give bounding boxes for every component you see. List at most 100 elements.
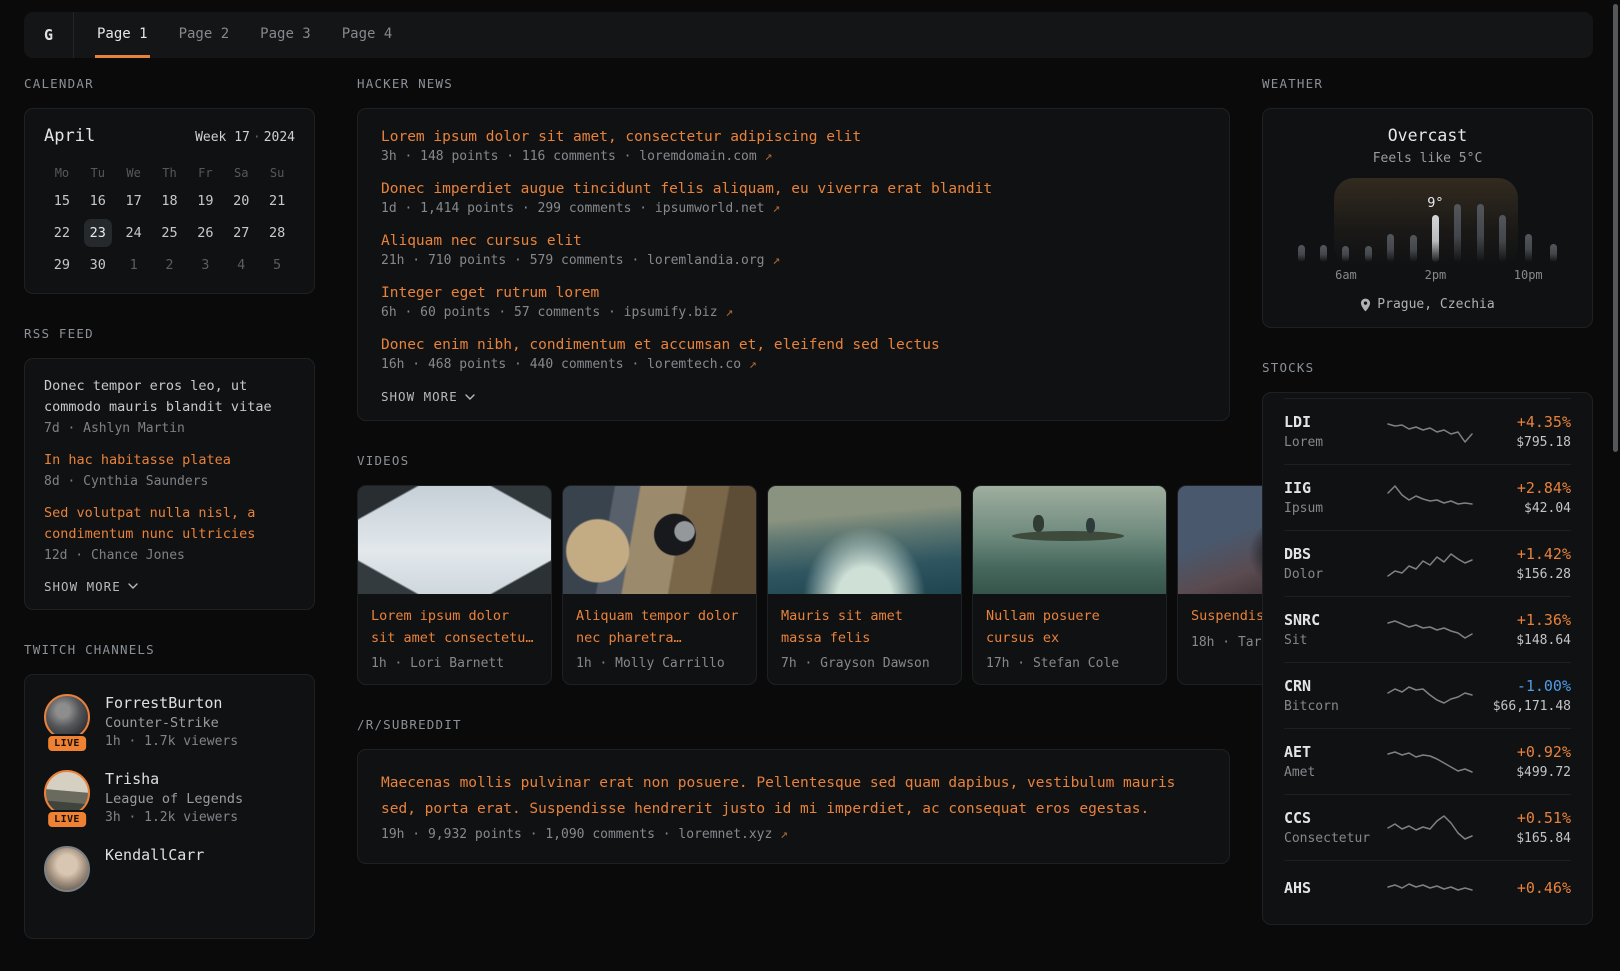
stock-name: Bitcorn bbox=[1284, 699, 1376, 714]
twitch-avatar-wrap bbox=[44, 846, 90, 898]
video-meta: 17h · Stefan Cole bbox=[986, 656, 1153, 671]
hackernews-item-title[interactable]: Lorem ipsum dolor sit amet, consectetur … bbox=[381, 129, 1206, 145]
hackernews-section-title: HACKER NEWS bbox=[357, 76, 1230, 91]
external-link-icon[interactable]: ↗ bbox=[749, 357, 757, 372]
video-title[interactable]: Lorem ipsum dolor sit amet consectetu… bbox=[371, 606, 538, 649]
video-thumbnail[interactable] bbox=[1178, 486, 1262, 594]
stock-price: $165.84 bbox=[1484, 831, 1571, 846]
stock-symbol[interactable]: LDI bbox=[1284, 413, 1376, 431]
weather-feels-like: Feels like 5°C bbox=[1282, 151, 1573, 166]
external-link-icon[interactable]: ↗ bbox=[765, 149, 773, 164]
page-tab[interactable]: Page 2 bbox=[177, 12, 232, 58]
stock-symbol[interactable]: IIG bbox=[1284, 479, 1376, 497]
twitch-channel-info: Trisha League of Legends 3h · 1.2k viewe… bbox=[105, 770, 243, 825]
twitch-channel-row[interactable]: LIVE ForrestBurton Counter-Strike 1h · 1… bbox=[44, 694, 295, 749]
stock-symbol[interactable]: CCS bbox=[1284, 809, 1376, 827]
dashboard-page: G Page 1Page 2Page 3Page 4 CALENDAR Apri… bbox=[0, 0, 1620, 900]
stock-symbol[interactable]: SNRC bbox=[1284, 611, 1376, 629]
stock-sparkline bbox=[1386, 549, 1474, 579]
twitch-widget: LIVE ForrestBurton Counter-Strike 1h · 1… bbox=[24, 674, 315, 939]
video-title[interactable]: Aliquam tempor dolor nec pharetra… bbox=[576, 606, 743, 649]
video-card[interactable]: Mauris sit amet massa felis 7h · Grayson… bbox=[767, 485, 962, 685]
calendar-day-number: 19 bbox=[197, 193, 213, 209]
video-thumbnail[interactable] bbox=[973, 486, 1166, 594]
stock-symbol[interactable]: CRN bbox=[1284, 677, 1376, 695]
hackernews-item-title[interactable]: Donec imperdiet augue tincidunt felis al… bbox=[381, 181, 1206, 197]
page-tab[interactable]: Page 4 bbox=[340, 12, 395, 58]
calendar-day-number: 25 bbox=[161, 225, 177, 241]
rss-section: RSS FEED Donec tempor eros leo, ut commo… bbox=[24, 326, 315, 610]
subreddit-post-title[interactable]: Maecenas mollis pulvinar erat non posuer… bbox=[381, 771, 1206, 822]
subreddit-section: /R/SUBREDDIT Maecenas mollis pulvinar er… bbox=[357, 717, 1230, 864]
video-card[interactable]: Nullam posuere cursus ex 17h · Stefan Co… bbox=[972, 485, 1167, 685]
twitch-channel-info: KendallCarr bbox=[105, 846, 204, 898]
video-thumbnail[interactable] bbox=[563, 486, 756, 594]
external-link-icon[interactable]: ↗ bbox=[772, 201, 780, 216]
weather-widget: Overcast Feels like 5°C bbox=[1262, 108, 1593, 328]
calendar-day: 2 bbox=[152, 250, 188, 280]
video-card[interactable]: Lorem ipsum dolor sit amet consectetu… 1… bbox=[357, 485, 552, 685]
twitch-channel-name[interactable]: Trisha bbox=[105, 770, 243, 788]
page-tabs: Page 1 Page 2 Page 3 Page 4 bbox=[74, 12, 394, 58]
rss-item-title[interactable]: Sed volutpat nulla nisl, a condimentum n… bbox=[44, 503, 295, 545]
hackernews-item-title[interactable]: Donec enim nibh, condimentum et accumsan… bbox=[381, 337, 1206, 353]
stock-name: Ipsum bbox=[1284, 501, 1376, 516]
videos-section: VIDEOS Lorem ipsum dolor sit amet consec… bbox=[357, 453, 1230, 685]
stock-symbol[interactable]: AHS bbox=[1284, 879, 1376, 897]
hackernews-show-more-button[interactable]: SHOW MORE bbox=[381, 389, 1206, 404]
weather-time-label: 10pm bbox=[1514, 264, 1543, 284]
weather-bar bbox=[1410, 235, 1417, 262]
rss-item-title[interactable]: Donec tempor eros leo, ut commodo mauris… bbox=[44, 376, 295, 418]
scrollbar-thumb[interactable] bbox=[1613, 4, 1618, 452]
subreddit-post-meta: 19h · 9,932 points · 1,090 comments · lo… bbox=[381, 827, 1206, 842]
weather-bar-slot bbox=[1312, 196, 1334, 284]
rss-show-more-button[interactable]: SHOW MORE bbox=[44, 579, 295, 594]
stock-symbol[interactable]: DBS bbox=[1284, 545, 1376, 563]
video-thumbnail[interactable] bbox=[358, 486, 551, 594]
hackernews-item-title[interactable]: Aliquam nec cursus elit bbox=[381, 233, 1206, 249]
stock-row: AET Amet +0.92% $499.72 bbox=[1284, 728, 1571, 794]
external-link-icon[interactable]: ↗ bbox=[725, 305, 733, 320]
calendar-day-number: 15 bbox=[54, 193, 70, 209]
twitch-channel-row[interactable]: KendallCarr bbox=[44, 846, 295, 898]
stock-price: $66,171.48 bbox=[1484, 699, 1571, 714]
twitch-channel-name[interactable]: ForrestBurton bbox=[105, 694, 238, 712]
stock-sparkline bbox=[1386, 747, 1474, 777]
hackernews-item-title[interactable]: Integer eget rutrum lorem bbox=[381, 285, 1206, 301]
twitch-channel-row[interactable]: LIVE Trisha League of Legends 3h · 1.2k … bbox=[44, 770, 295, 825]
video-title[interactable]: Nullam posuere cursus ex bbox=[986, 606, 1153, 649]
calendar-day-number: 2 bbox=[165, 257, 173, 273]
stock-row: CRN Bitcorn -1.00% $66,171.48 bbox=[1284, 662, 1571, 728]
video-card[interactable]: Suspendisse diam 18h · Tara bbox=[1177, 485, 1262, 685]
stock-change: +0.51% bbox=[1484, 809, 1571, 827]
hackernews-section: HACKER NEWS Lorem ipsum dolor sit amet, … bbox=[357, 76, 1230, 421]
stock-id: IIG Ipsum bbox=[1284, 479, 1376, 516]
calendar-day-number: 22 bbox=[54, 225, 70, 241]
right-column: WEATHER Overcast Feels like 5°C bbox=[1262, 76, 1593, 957]
stock-symbol[interactable]: AET bbox=[1284, 743, 1376, 761]
external-link-icon[interactable]: ↗ bbox=[780, 827, 788, 842]
video-card[interactable]: Aliquam tempor dolor nec pharetra… 1h · … bbox=[562, 485, 757, 685]
calendar-weekday: Tu bbox=[80, 160, 116, 186]
calendar-day-number: 4 bbox=[237, 257, 245, 273]
rss-item-title[interactable]: In hac habitasse platea bbox=[44, 450, 295, 471]
calendar-day: 3 bbox=[187, 250, 223, 280]
app-logo[interactable]: G bbox=[24, 12, 74, 58]
video-title[interactable]: Suspendisse diam bbox=[1191, 606, 1262, 628]
weather-bar-slot bbox=[1491, 196, 1513, 284]
external-link-icon[interactable]: ↗ bbox=[772, 253, 780, 268]
page-tab[interactable]: Page 3 bbox=[258, 12, 313, 58]
page-tab[interactable]: Page 1 bbox=[95, 12, 150, 58]
weather-bar bbox=[1499, 215, 1506, 262]
calendar-day: 4 bbox=[223, 250, 259, 280]
video-thumbnail[interactable] bbox=[768, 486, 961, 594]
twitch-channel-name[interactable]: KendallCarr bbox=[105, 846, 204, 864]
calendar-day: 19 bbox=[187, 186, 223, 216]
video-title[interactable]: Mauris sit amet massa felis bbox=[781, 606, 948, 649]
stock-values: +1.42% $156.28 bbox=[1484, 545, 1571, 582]
stocks-section: STOCKS LDI Lorem +4.35% $795.18 bbox=[1262, 360, 1593, 925]
calendar-day: 17 bbox=[116, 186, 152, 216]
calendar-day: 22 bbox=[44, 218, 80, 248]
calendar-day-number: 26 bbox=[197, 225, 213, 241]
calendar-separator: · bbox=[253, 130, 261, 145]
